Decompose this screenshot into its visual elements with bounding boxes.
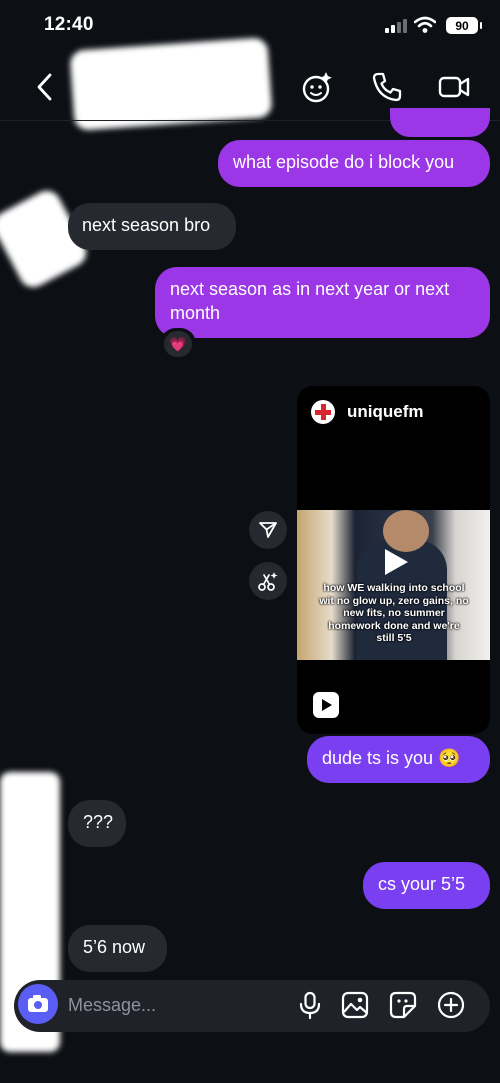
effects-icon[interactable] [301, 70, 335, 104]
send-icon [259, 522, 277, 538]
camera-button[interactable] [18, 984, 58, 1024]
video-caption: how WE walking into school wit no glow u… [319, 582, 469, 644]
remix-button[interactable] [249, 562, 287, 600]
message-outgoing[interactable]: next season as in next year or next mont… [155, 267, 490, 338]
shared-reel[interactable]: uniquefm how WE walking into school wit … [297, 386, 490, 734]
phone-icon[interactable] [370, 70, 404, 104]
message-outgoing[interactable]: cs your 5’5 [363, 862, 490, 909]
wifi-icon [414, 16, 436, 33]
battery-indicator: 90 [446, 17, 482, 34]
message-incoming[interactable]: next season bro [68, 203, 236, 250]
share-button[interactable] [249, 511, 287, 549]
camera-icon [28, 995, 48, 1012]
back-icon[interactable] [34, 72, 56, 102]
status-time: 12:40 [44, 14, 94, 35]
reels-icon [313, 692, 339, 718]
message-incoming[interactable]: 5’6 now [68, 925, 167, 972]
gallery-icon[interactable] [341, 991, 369, 1019]
message-incoming[interactable]: ??? [68, 800, 126, 847]
previous-message-tail [390, 108, 490, 137]
play-icon[interactable] [379, 546, 411, 578]
sticker-icon[interactable] [389, 991, 417, 1019]
message-outgoing[interactable]: what episode do i block you [218, 140, 490, 187]
heart-reaction: 💗 [164, 331, 192, 357]
signal-icon [385, 19, 407, 33]
profile-logo-icon [311, 400, 335, 424]
message-input[interactable]: Message... [68, 995, 156, 1016]
post-username: uniquefm [347, 402, 424, 421]
message-reaction[interactable]: 💗 [160, 328, 196, 360]
avatar[interactable] [69, 37, 273, 131]
video-thumbnail[interactable]: how WE walking into school wit no glow u… [297, 510, 490, 660]
message-outgoing[interactable]: dude ts is you 🥺 [307, 736, 490, 783]
video-call-icon[interactable] [437, 70, 471, 104]
microphone-icon[interactable] [296, 991, 324, 1019]
plus-icon[interactable] [437, 991, 465, 1019]
post-header[interactable]: uniquefm [311, 400, 424, 424]
scissors-sparkle-icon [258, 572, 278, 591]
